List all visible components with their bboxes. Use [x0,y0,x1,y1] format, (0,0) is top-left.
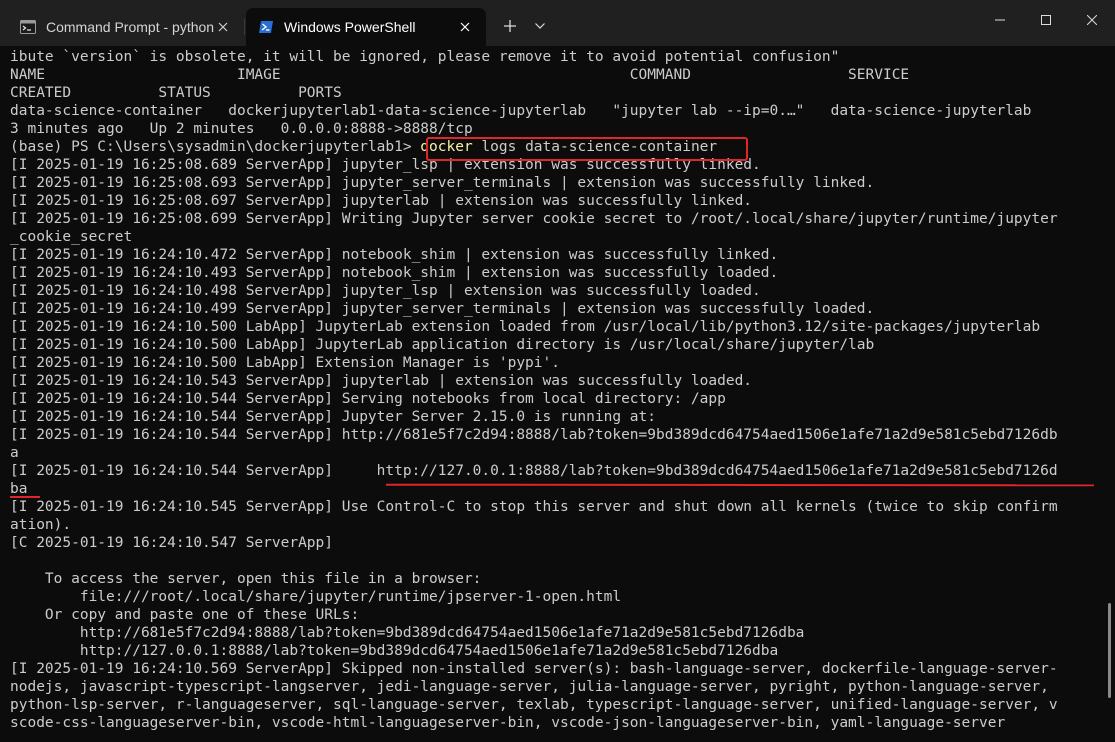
terminal-line: NAME IMAGE COMMAND SERVICE [10,67,910,83]
terminal-line: [I 2025-01-19 16:24:10.544 ServerApp] Ju… [10,409,657,425]
terminal-line: [I 2025-01-19 16:24:10.569 ServerApp] Sk… [10,661,1058,677]
terminal-line: nodejs, javascript-typescript-langserver… [10,679,1049,695]
close-icon [1087,15,1097,25]
minimize-button[interactable] [977,0,1023,40]
title-bar: Command Prompt - python Windows PowerShe… [0,0,1115,46]
terminal-line: scode-css-languageserver-bin, vscode-htm… [10,715,1006,731]
tab-label: Windows PowerShell [284,19,416,35]
prompt-text: (base) PS C:\Users\sysadmin\dockerjupyte… [10,139,421,155]
terminal-line: [I 2025-01-19 16:24:10.545 ServerApp] Us… [10,499,1058,515]
terminal-line: ation). [10,517,72,533]
terminal-line: [I 2025-01-19 16:24:10.499 ServerApp] ju… [10,301,875,317]
terminal-line: ibute `version` is obsolete, it will be … [10,49,840,65]
terminal-line: 3 minutes ago Up 2 minutes 0.0.0.0:8888-… [10,121,473,137]
terminal-line: To access the server, open this file in … [10,571,482,587]
terminal-line: [I 2025-01-19 16:24:10.544 ServerApp] ht… [10,427,1058,443]
close-window-button[interactable] [1069,0,1115,40]
command-highlight-box [426,137,748,161]
close-tab-icon[interactable] [456,18,474,36]
minimize-icon [995,19,1005,21]
terminal-line: [I 2025-01-19 16:24:10.544 ServerApp] Se… [10,391,726,407]
cmd-icon [20,20,36,34]
terminal-line: [I 2025-01-19 16:25:08.697 ServerApp] ju… [10,193,753,209]
tab-command-prompt[interactable]: Command Prompt - python [6,8,244,46]
terminal-line: [I 2025-01-19 16:24:10.472 ServerApp] no… [10,247,779,263]
terminal-line: [I 2025-01-19 16:25:08.693 ServerApp] ju… [10,175,875,191]
terminal-line: [C 2025-01-19 16:24:10.547 ServerApp] [10,535,334,551]
terminal-line: [I 2025-01-19 16:24:10.543 ServerApp] ju… [10,373,753,389]
terminal-line: [I 2025-01-19 16:24:10.500 LabApp] Jupyt… [10,337,875,353]
tab-separator [244,19,245,35]
terminal-line: data-science-container dockerjupyterlab1… [10,103,1032,119]
terminal-line: [I 2025-01-19 16:24:10.500 LabApp] Jupyt… [10,319,1041,335]
scrollbar-thumb[interactable] [1108,603,1111,698]
terminal-line: http://127.0.0.1:8888/lab?token=9bd389dc… [10,643,779,659]
terminal-line: [I 2025-01-19 16:24:10.493 ServerApp] no… [10,265,779,281]
terminal-line: [I 2025-01-19 16:25:08.699 ServerApp] Wr… [10,211,1058,227]
terminal-line: [I 2025-01-19 16:24:10.500 LabApp] Exten… [10,355,560,371]
maximize-button[interactable] [1023,0,1069,40]
new-tab-button[interactable] [496,12,524,40]
terminal-line: python-lsp-server, r-languageserver, sql… [10,697,1058,713]
terminal-line: _cookie_secret [10,229,133,245]
terminal-line: [I 2025-01-19 16:24:10.544 ServerApp] ht… [10,463,1058,479]
chevron-down-icon [535,23,545,29]
terminal-line: ba [10,481,28,497]
terminal-line: http://681e5f7c2d94:8888/lab?token=9bd38… [10,625,805,641]
close-tab-icon[interactable] [214,18,232,36]
terminal-line: a [10,445,19,461]
url-underline-annotation-tail [10,496,40,498]
terminal-line: CREATED STATUS PORTS [10,85,342,101]
terminal-window: Command Prompt - python Windows PowerShe… [0,0,1115,742]
tab-windows-powershell[interactable]: Windows PowerShell [246,8,486,46]
plus-icon [504,20,516,32]
terminal-line: [I 2025-01-19 16:24:10.498 ServerApp] ju… [10,283,761,299]
terminal-line: Or copy and paste one of these URLs: [10,607,360,623]
profile-dropdown-button[interactable] [526,12,554,40]
tab-label: Command Prompt - python [46,19,215,35]
maximize-icon [1041,15,1051,25]
terminal-line: file:///root/.local/share/jupyter/runtim… [10,589,622,605]
powershell-icon [259,21,273,33]
